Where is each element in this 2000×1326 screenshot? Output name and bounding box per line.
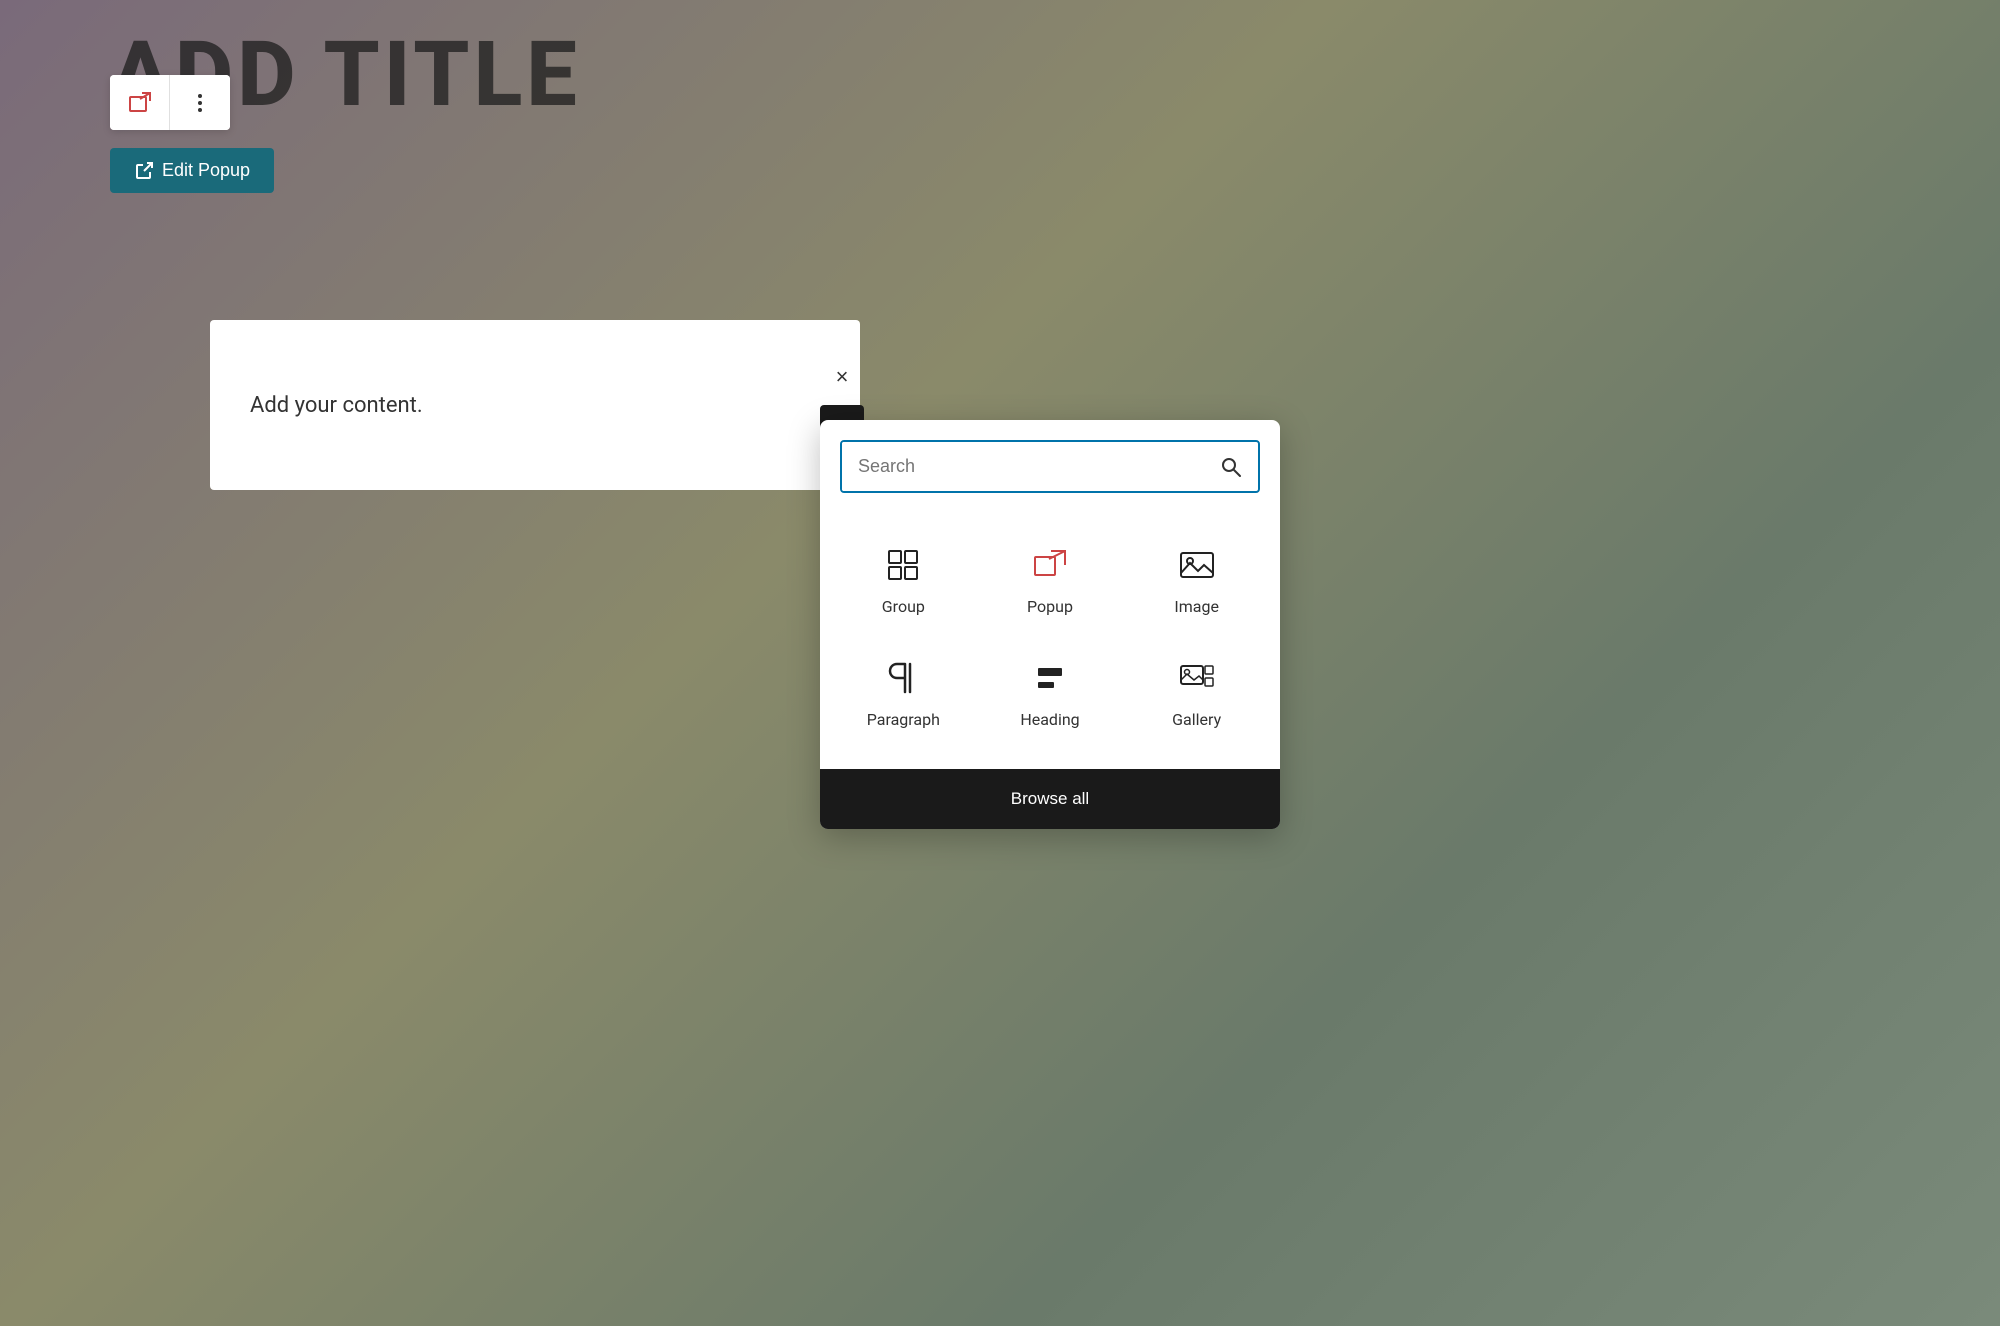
popup-toolbar-button[interactable]	[110, 75, 170, 130]
paragraph-icon	[881, 656, 925, 700]
more-options-button[interactable]	[170, 75, 230, 130]
browse-all-label: Browse all	[1011, 789, 1089, 808]
block-item-paragraph[interactable]: Paragraph	[830, 636, 977, 749]
close-button[interactable]: ×	[820, 355, 864, 399]
popup-block-icon	[1028, 543, 1072, 587]
image-icon	[1175, 543, 1219, 587]
group-icon	[881, 543, 925, 587]
group-label: Group	[882, 597, 925, 616]
gallery-icon	[1175, 656, 1219, 700]
image-label: Image	[1174, 597, 1219, 616]
heading-label: Heading	[1020, 710, 1079, 729]
search-input[interactable]	[842, 442, 1204, 491]
edit-popup-label: Edit Popup	[162, 160, 250, 181]
popup-icon	[126, 89, 154, 117]
gallery-label: Gallery	[1172, 710, 1221, 729]
block-item-image[interactable]: Image	[1123, 523, 1270, 636]
edit-popup-button[interactable]: Edit Popup	[110, 148, 274, 193]
browse-all-button[interactable]: Browse all	[820, 769, 1280, 829]
block-item-heading[interactable]: Heading	[977, 636, 1124, 749]
external-link-icon	[134, 161, 154, 181]
block-item-group[interactable]: Group	[830, 523, 977, 636]
block-item-gallery[interactable]: Gallery	[1123, 636, 1270, 749]
blocks-grid: Group Popup Image	[820, 503, 1280, 769]
search-icon	[1220, 456, 1242, 478]
paragraph-label: Paragraph	[867, 710, 940, 729]
more-options-icon	[189, 92, 211, 114]
content-placeholder: Add your content.	[250, 393, 423, 418]
inserter-search-area	[820, 420, 1280, 503]
block-item-popup[interactable]: Popup	[977, 523, 1124, 636]
search-input-wrapper	[840, 440, 1260, 493]
heading-icon	[1028, 656, 1072, 700]
popup-label: Popup	[1027, 597, 1073, 616]
search-button[interactable]	[1204, 446, 1258, 488]
block-inserter-panel: Group Popup Image	[820, 420, 1280, 829]
content-block: Add your content.	[210, 320, 860, 490]
block-toolbar	[110, 75, 230, 130]
close-icon: ×	[836, 364, 849, 390]
